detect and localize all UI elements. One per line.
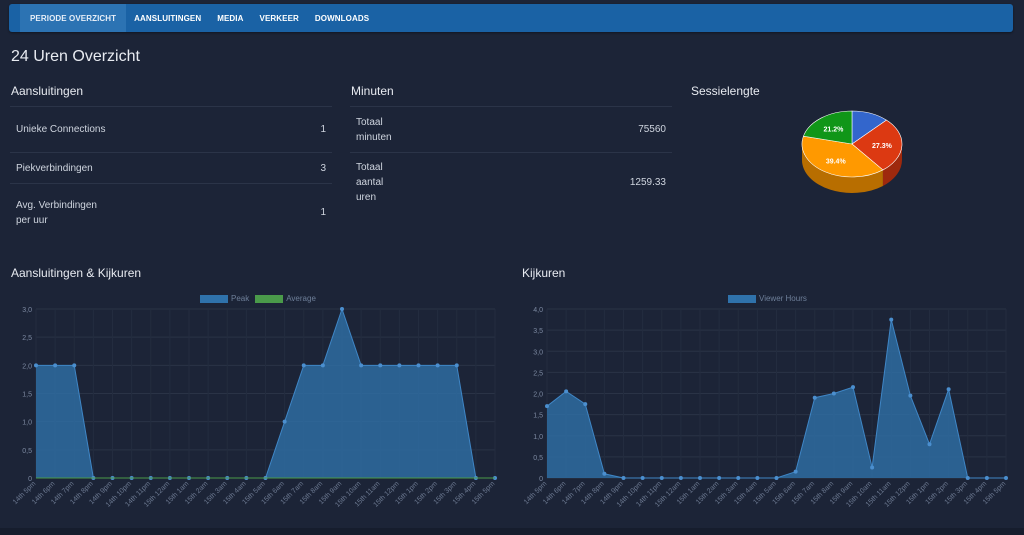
y-tick-label: 3,0: [22, 307, 32, 314]
y-tick-label: 4,0: [533, 307, 543, 314]
unieke-connections-value: 1: [112, 106, 332, 153]
totaal-uren-value: 1259.33: [407, 152, 672, 213]
data-point[interactable]: [602, 471, 607, 476]
data-point[interactable]: [545, 404, 549, 409]
kijkuren-title: Kijkuren: [522, 266, 566, 280]
aansluitingen-title: Aansluitingen: [11, 84, 84, 98]
data-point[interactable]: [889, 317, 894, 322]
y-tick-label: 1,5: [533, 413, 543, 420]
data-point[interactable]: [717, 476, 722, 480]
data-point[interactable]: [1004, 476, 1008, 480]
data-point[interactable]: [301, 363, 306, 368]
data-point[interactable]: [698, 476, 702, 480]
pie-slice-label: 39.4%: [826, 159, 847, 166]
data-point[interactable]: [831, 391, 836, 396]
data-point[interactable]: [454, 363, 459, 368]
avg-verbindingen-label: Avg. Verbindingen per uur: [10, 183, 112, 242]
data-point[interactable]: [774, 476, 779, 480]
table-row: Unieke Connections 1: [10, 106, 332, 153]
data-point[interactable]: [378, 363, 383, 368]
data-point[interactable]: [851, 385, 855, 390]
data-point[interactable]: [53, 363, 58, 368]
sessielengte-title: Sessielengte: [691, 84, 760, 98]
data-point[interactable]: [984, 476, 989, 480]
minuten-title: Minuten: [351, 84, 394, 98]
sessielengte-pie-chart: 27.3% 39.4% 21.2%: [801, 110, 903, 193]
data-point[interactable]: [736, 476, 741, 480]
y-tick-label: 3,0: [533, 349, 543, 356]
data-point[interactable]: [927, 442, 932, 447]
table-row: Avg. Verbindingen per uur 1: [10, 183, 332, 242]
data-point[interactable]: [908, 393, 913, 398]
data-point[interactable]: [965, 476, 970, 480]
data-point[interactable]: [282, 419, 287, 424]
aansluitingen-table: Unieke Connections 1 Piekverbindingen 3 …: [10, 106, 332, 242]
data-point[interactable]: [435, 363, 440, 368]
y-tick-label: 2,0: [533, 392, 543, 399]
totaal-minuten-value: 75560: [407, 106, 672, 153]
piekverbindingen-value: 3: [112, 152, 332, 184]
bottom-bar: [0, 528, 1024, 535]
data-point[interactable]: [320, 363, 325, 368]
nav-downloads[interactable]: DOWNLOADS: [307, 4, 377, 32]
nav-verkeer[interactable]: VERKEER: [252, 4, 307, 32]
data-point[interactable]: [564, 389, 569, 394]
table-row: Totaal minuten 75560: [350, 106, 672, 153]
y-tick-label: 0,5: [22, 448, 32, 455]
data-point[interactable]: [678, 476, 683, 480]
data-point[interactable]: [870, 465, 875, 470]
data-point[interactable]: [72, 363, 77, 368]
aansluitingen-kijkuren-chart: 00,51,01,52,02,53,014th 5pm14th 6pm14th …: [12, 307, 497, 509]
data-point[interactable]: [340, 307, 344, 311]
y-tick-label: 0,5: [533, 455, 543, 462]
data-point[interactable]: [812, 395, 817, 400]
table-row: Totaal aantal uren 1259.33: [350, 152, 672, 213]
pie-slice-label: 27.3%: [872, 143, 893, 150]
aansluitingen-kijkuren-title: Aansluitingen & Kijkuren: [11, 266, 142, 280]
nav-aansluitingen[interactable]: AANSLUITINGEN: [126, 4, 209, 32]
y-tick-label: 2,0: [22, 363, 32, 370]
totaal-uren-label: Totaal aantal uren: [350, 152, 407, 213]
page-title: 24 Uren Overzicht: [11, 48, 140, 65]
table-row: Piekverbindingen 3: [10, 152, 332, 184]
data-point[interactable]: [755, 476, 760, 480]
totaal-minuten-label: Totaal minuten: [350, 106, 407, 153]
piekverbindingen-label: Piekverbindingen: [10, 152, 112, 184]
data-point[interactable]: [659, 476, 664, 480]
nav-media[interactable]: MEDIA: [209, 4, 251, 32]
data-point[interactable]: [946, 387, 951, 392]
data-point[interactable]: [583, 402, 588, 407]
top-navbar: PERIODE OVERZICHT AANSLUITINGEN MEDIA VE…: [9, 4, 1013, 32]
avg-verbindingen-value: 1: [112, 183, 332, 242]
data-point[interactable]: [640, 476, 645, 480]
data-point[interactable]: [34, 363, 38, 368]
y-tick-label: 1,5: [22, 392, 32, 399]
data-point[interactable]: [416, 363, 421, 368]
nav-periode-overzicht[interactable]: PERIODE OVERZICHT: [20, 4, 127, 32]
y-tick-label: 1,0: [533, 434, 543, 441]
minuten-table: Totaal minuten 75560 Totaal aantal uren …: [350, 106, 672, 213]
data-point[interactable]: [793, 469, 798, 474]
pie-slice-label: 21.2%: [824, 126, 845, 133]
data-point[interactable]: [621, 476, 626, 480]
y-tick-label: 2,5: [533, 370, 543, 377]
kijkuren-chart: 00,51,01,52,02,53,03,54,014th 5pm14th 6p…: [523, 307, 1008, 509]
data-point[interactable]: [359, 363, 364, 368]
y-tick-label: 2,5: [22, 335, 32, 342]
data-point[interactable]: [397, 363, 402, 368]
y-tick-label: 3,5: [533, 328, 543, 335]
y-tick-label: 1,0: [22, 420, 32, 427]
unieke-connections-label: Unieke Connections: [10, 106, 112, 153]
